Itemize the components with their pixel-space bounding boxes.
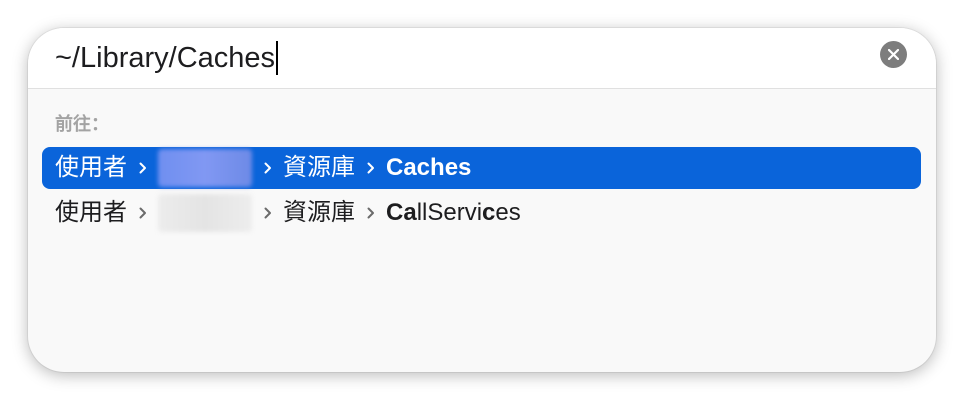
path-bar: ~/Library/Caches xyxy=(28,28,936,89)
text-caret xyxy=(276,41,279,75)
clear-button[interactable] xyxy=(880,41,907,68)
go-to-folder-dialog: ~/Library/Caches 前往： 使用者 資源庫 Caches 使用者 xyxy=(28,28,936,372)
path-segment: 資源庫 xyxy=(283,154,355,181)
chevron-right-icon xyxy=(367,207,375,219)
leaf-part: Ca xyxy=(386,199,417,226)
suggestion-row[interactable]: 使用者 資源庫 Caches xyxy=(42,147,921,189)
path-segment: 資源庫 xyxy=(283,199,355,226)
chevron-right-icon xyxy=(367,162,375,174)
xmark-circle-icon xyxy=(888,49,899,60)
path-input[interactable]: ~/Library/Caches xyxy=(55,34,279,82)
leaf-part: Caches xyxy=(386,154,472,181)
path-segment: 使用者 xyxy=(55,199,127,226)
leaf-part: llServi xyxy=(416,199,483,226)
path-leaf: Caches xyxy=(386,147,471,189)
path-segment: 使用者 xyxy=(55,154,127,181)
leaf-part: es xyxy=(495,199,521,226)
chevron-right-icon xyxy=(139,162,147,174)
path-leaf: CallServices xyxy=(386,192,521,234)
section-label: 前往： xyxy=(55,114,109,134)
chevron-right-icon xyxy=(139,207,147,219)
leaf-part: c xyxy=(482,199,496,226)
chevron-right-icon xyxy=(264,162,272,174)
redacted-username xyxy=(158,149,252,187)
suggestion-row[interactable]: 使用者 資源庫 CallServices xyxy=(42,192,921,234)
path-input-value: ~/Library/Caches xyxy=(55,41,276,74)
redacted-username xyxy=(158,194,252,232)
chevron-right-icon xyxy=(264,207,272,219)
